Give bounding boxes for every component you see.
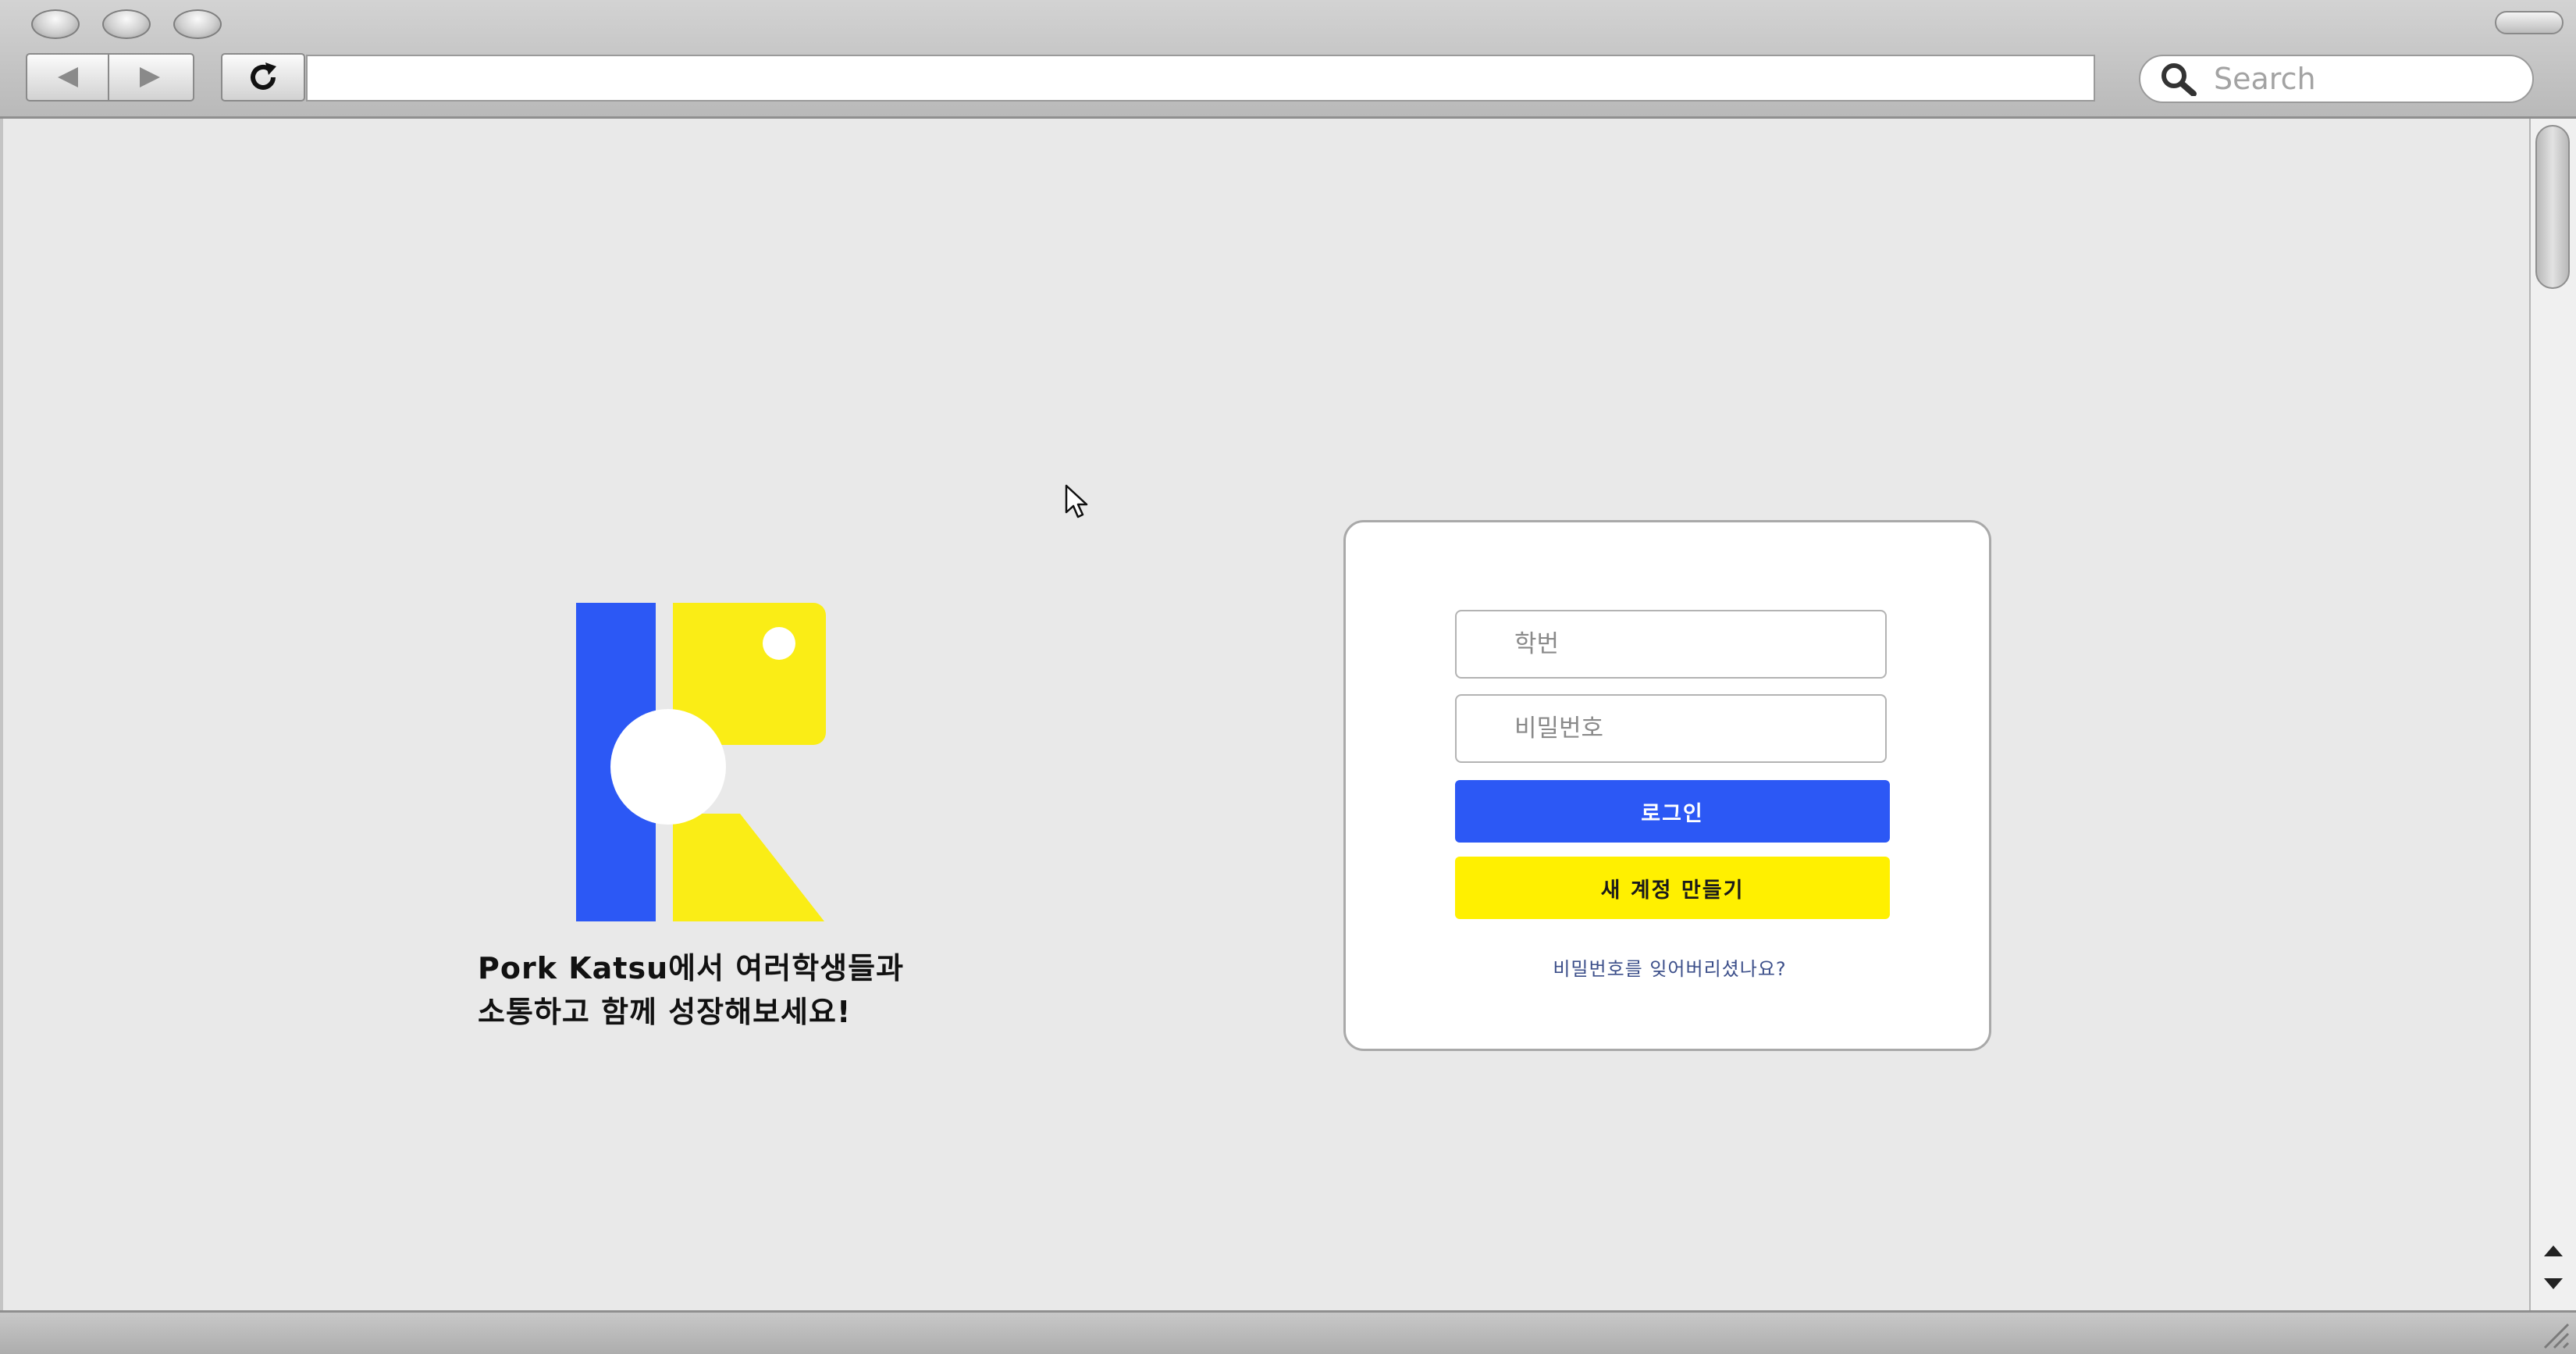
forward-button[interactable] (108, 55, 190, 100)
reload-button-group (221, 53, 305, 102)
forward-arrow-icon (139, 67, 160, 87)
pork-katsu-logo (576, 603, 826, 921)
window-zoom-button[interactable] (173, 9, 222, 39)
login-card: 로그인 새 계정 만들기 비밀번호를 잊어버리셨나요? (1343, 520, 1991, 1051)
page-viewport (3, 119, 2529, 1310)
navigation-buttons (26, 53, 194, 102)
tagline: Pork Katsu에서 여러학생들과 소통하고 함께 성장해보세요! (478, 946, 1024, 1034)
create-account-button[interactable]: 새 계정 만들기 (1455, 857, 1890, 919)
browser-toolbar (0, 0, 2576, 119)
resize-grip-icon[interactable] (2539, 1318, 2570, 1349)
vertical-scrollbar[interactable] (2529, 119, 2576, 1310)
password-input[interactable] (1455, 694, 1887, 763)
scroll-down-button[interactable] (2531, 1268, 2576, 1299)
status-bar (0, 1310, 2576, 1354)
tagline-line-2: 소통하고 함께 성장해보세요! (478, 995, 852, 1029)
back-button[interactable] (27, 55, 108, 100)
chevron-up-icon (2544, 1245, 2563, 1256)
login-button[interactable]: 로그인 (1455, 780, 1890, 843)
window-minimize-button[interactable] (102, 9, 151, 39)
scroll-up-button[interactable] (2531, 1235, 2576, 1267)
browser-search-box[interactable] (2139, 55, 2534, 103)
back-arrow-icon (57, 67, 78, 87)
window-toolbar-toggle-button[interactable] (2495, 11, 2564, 34)
mouse-cursor-icon (1065, 484, 1088, 518)
browser-search-input[interactable] (2212, 61, 2528, 97)
student-id-input[interactable] (1455, 610, 1887, 679)
reload-icon (251, 62, 276, 90)
window-close-button[interactable] (31, 9, 80, 39)
chevron-down-icon (2544, 1278, 2563, 1289)
reload-button[interactable] (222, 55, 304, 100)
tagline-line-1: Pork Katsu에서 여러학생들과 (478, 951, 905, 985)
address-bar[interactable] (306, 55, 2095, 102)
search-icon (2161, 63, 2197, 96)
forgot-password-link[interactable]: 비밀번호를 잊어버리셨나요? (1346, 953, 1994, 981)
scrollbar-thumb[interactable] (2535, 125, 2570, 289)
